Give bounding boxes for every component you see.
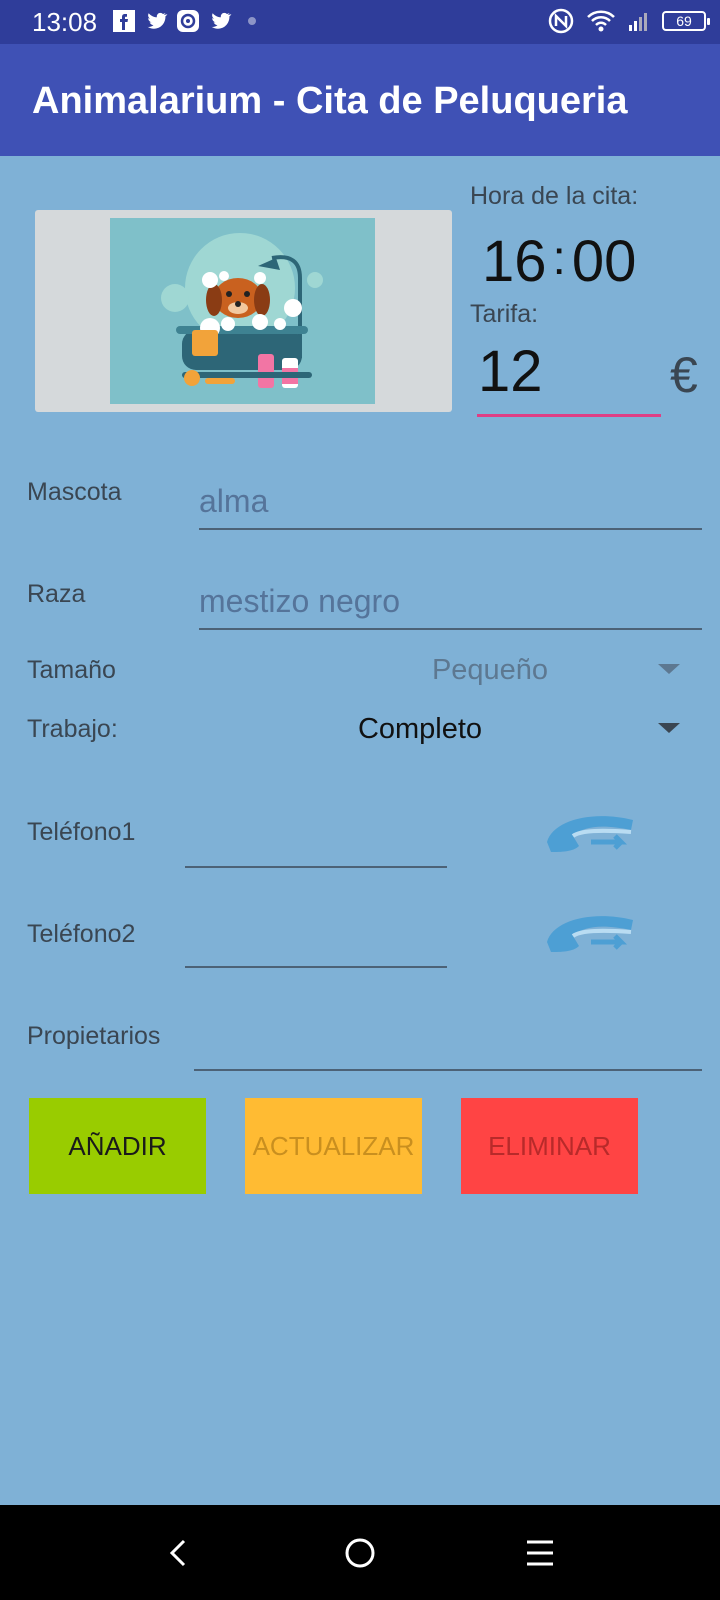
status-time: 13:08 (32, 7, 98, 37)
facebook-icon (113, 10, 135, 32)
phone1-input[interactable] (185, 866, 447, 868)
app-title: Animalarium - Cita de Peluqueria (32, 80, 628, 122)
phone1-label: Teléfono1 (27, 818, 136, 846)
phone2-label: Teléfono2 (27, 920, 136, 948)
twitter-icon (147, 12, 168, 29)
chevron-down-icon (658, 723, 680, 733)
time-picker[interactable]: 16 : 00 (482, 228, 636, 295)
breed-label: Raza (27, 580, 86, 608)
back-icon[interactable] (160, 1535, 196, 1571)
status-bar: 13:08 69 (0, 0, 720, 44)
notification-icons (112, 9, 256, 33)
delete-button[interactable]: ELIMINAR (461, 1098, 638, 1194)
add-button[interactable]: AÑADIR (29, 1098, 206, 1194)
home-icon[interactable] (342, 1535, 378, 1571)
owners-input[interactable] (194, 1069, 702, 1071)
size-selected-value: Pequeño (431, 653, 549, 686)
update-button[interactable]: ACTUALIZAR (245, 1098, 422, 1194)
breed-input[interactable] (199, 580, 702, 630)
dog-bath-image (161, 233, 323, 388)
owners-label: Propietarios (27, 1022, 161, 1050)
signal-icon (629, 13, 647, 31)
dog-bath-illustration (110, 218, 375, 404)
price-label: Tarifa: (470, 300, 539, 328)
battery-icon: 69 (662, 11, 710, 31)
phone-call-icon[interactable] (543, 912, 641, 960)
hour-value[interactable]: 16 (482, 228, 547, 295)
battery-level: 69 (676, 13, 692, 29)
size-spinner[interactable]: Pequeño (300, 648, 680, 692)
pet-name-input[interactable] (199, 480, 702, 530)
size-label: Tamaño (27, 656, 116, 684)
time-label: Hora de la cita: (470, 182, 639, 210)
system-nav-bar (0, 1505, 720, 1600)
job-spinner[interactable]: Completo (160, 707, 680, 751)
price-input[interactable]: 12 (478, 338, 543, 405)
pet-label: Mascota (27, 478, 122, 506)
chevron-down-icon (658, 664, 680, 674)
price-input-underline (477, 414, 661, 417)
wifi-icon (587, 10, 615, 32)
time-separator: : (552, 232, 566, 285)
nfc-icon (548, 8, 574, 34)
minute-value[interactable]: 00 (572, 228, 637, 295)
twitter-icon (211, 12, 232, 29)
currency-label: € (670, 347, 698, 403)
system-icons: 69 (548, 8, 710, 34)
pet-image-panel (35, 210, 452, 412)
app-bar: Animalarium - Cita de Peluqueria (0, 44, 720, 156)
menu-icon[interactable] (522, 1535, 558, 1571)
app-icon (177, 10, 199, 32)
phone-call-icon[interactable] (543, 812, 641, 860)
phone2-input[interactable] (185, 966, 447, 968)
job-selected-value: Completo (357, 712, 483, 745)
more-notifications-dot (248, 17, 256, 25)
job-label: Trabajo: (27, 715, 118, 743)
